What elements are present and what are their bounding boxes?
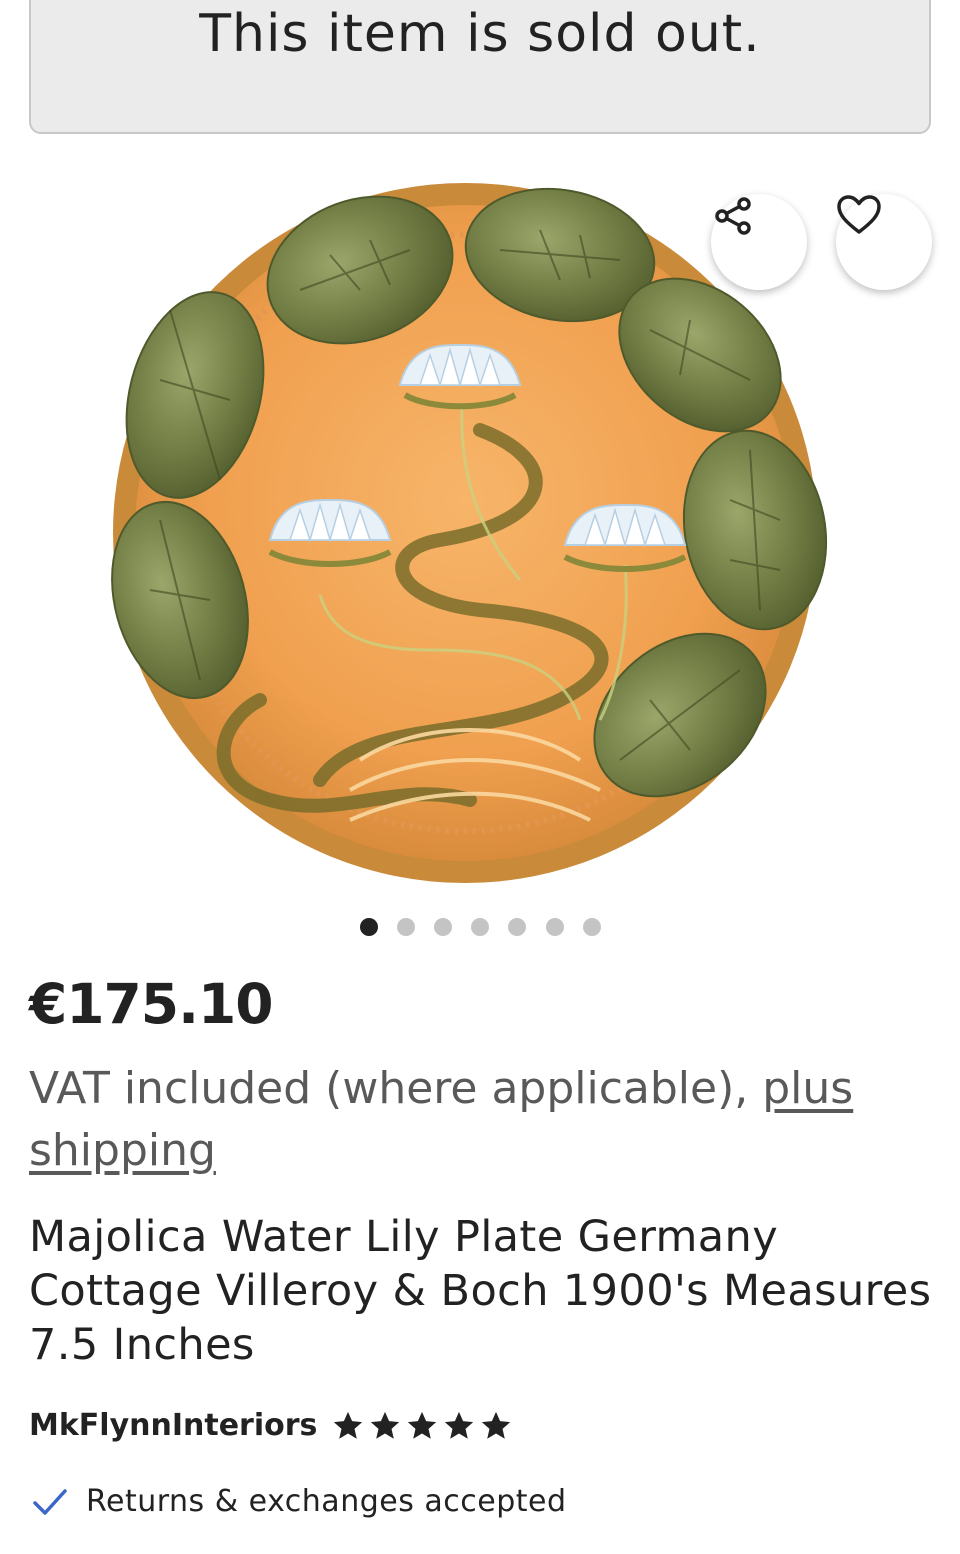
star-icon [408, 1411, 437, 1439]
carousel-dot-6[interactable] [546, 918, 564, 936]
favorite-button[interactable] [836, 194, 932, 290]
star-icon [371, 1411, 400, 1439]
carousel-dot-4[interactable] [471, 918, 489, 936]
star-icon [334, 1411, 363, 1439]
shop-name-link[interactable]: MkFlynnInteriors [29, 1408, 317, 1443]
star-icon [482, 1411, 511, 1439]
carousel-dot-7[interactable] [583, 918, 601, 936]
listing-title: Majolica Water Lily Plate Germany Cottag… [29, 1212, 932, 1370]
carousel-dot-3[interactable] [434, 918, 452, 936]
returns-policy-row: Returns & exchanges accepted [32, 1484, 567, 1519]
carousel-dot-1[interactable] [360, 918, 378, 936]
share-button[interactable] [711, 194, 807, 290]
shop-rating-row: MkFlynnInteriors [29, 1408, 516, 1443]
carousel-pagination [0, 918, 960, 938]
vat-notice: VAT included (where applicable), plus sh… [29, 1058, 929, 1182]
returns-text: Returns & exchanges accepted [86, 1484, 567, 1519]
share-icon [715, 197, 751, 235]
carousel-dot-2[interactable] [397, 918, 415, 936]
checkmark-icon [33, 1488, 67, 1515]
listing-image-carousel[interactable] [0, 160, 960, 900]
star-icon [445, 1411, 474, 1439]
carousel-dot-5[interactable] [508, 918, 526, 936]
rating-stars [331, 1409, 516, 1443]
item-price: €175.10 [29, 972, 274, 1036]
sold-out-banner: This item is sold out. [29, 0, 931, 134]
sold-out-text: This item is sold out. [199, 4, 761, 64]
vat-text: VAT included (where applicable), [29, 1063, 763, 1114]
heart-icon [837, 195, 881, 234]
plate-image [111, 183, 828, 883]
